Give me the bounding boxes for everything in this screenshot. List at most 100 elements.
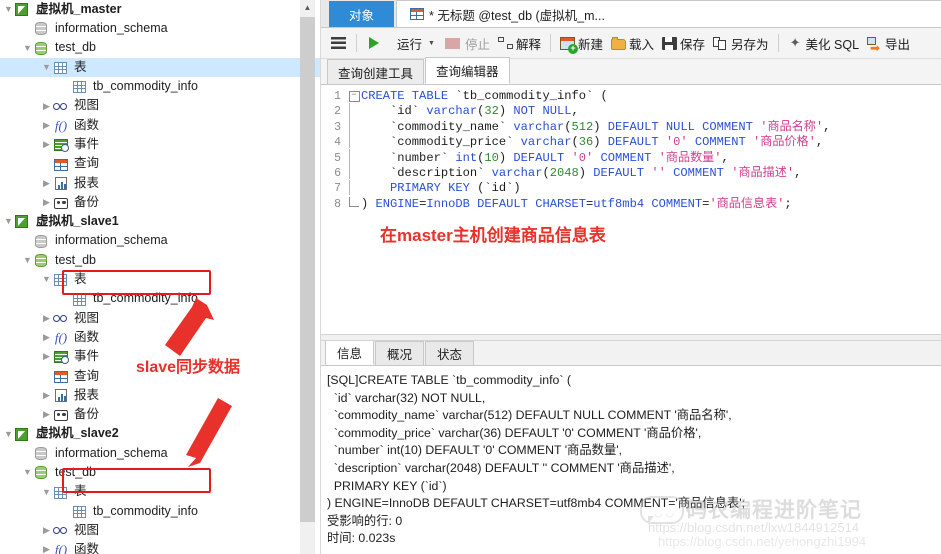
tree-node[interactable]: ▶ 视图 (0, 309, 320, 328)
chevron-right-icon[interactable]: ▶ (40, 313, 53, 323)
chevron-down-icon[interactable]: ▼ (21, 256, 34, 265)
tree-node[interactable]: ▼ 表 (0, 57, 320, 78)
tree-node[interactable]: tb_commodity_info (0, 502, 320, 521)
tree-node-label: 函数 (74, 117, 100, 132)
chevron-right-icon[interactable]: ▶ (40, 391, 53, 400)
hamburger-menu-button[interactable] (327, 30, 350, 56)
tree-node[interactable]: ▼ 虚拟机_master (0, 0, 320, 19)
tree-node[interactable]: tb_commodity_info (0, 77, 320, 96)
chevron-down-icon[interactable]: ▼ (40, 487, 53, 497)
chevron-placeholder (21, 449, 34, 458)
tree-node[interactable]: 查询 (0, 154, 320, 173)
code-line[interactable]: 2 `id` varchar(32) NOT NULL, (321, 102, 941, 119)
tree-node[interactable]: tb_commodity_info (0, 289, 320, 308)
view-icon (53, 311, 70, 326)
chevron-down-icon[interactable]: ▼ (40, 275, 53, 284)
sidebar-scrollbar[interactable]: ▲ (300, 0, 315, 554)
sql-editor[interactable]: 1− CREATE TABLE `tb_commodity_info` (2 `i… (321, 85, 941, 334)
results-tab[interactable]: 信息 (325, 341, 375, 365)
chevron-down-icon[interactable]: ▼ (428, 40, 435, 47)
chevron-down-icon[interactable]: ▼ (21, 468, 34, 477)
function-icon-glyph: f() (54, 542, 68, 554)
editor-toolbar[interactable]: 运行 ▼ 停止 解释 新建 载入 保存 另存为 ✦ 美化 SQL 导出 (321, 28, 941, 59)
chevron-down-icon[interactable]: ▼ (40, 63, 53, 72)
toolbar-button-folder[interactable]: 载入 (607, 30, 658, 56)
code-line[interactable]: 8) ENGINE=InnoDB DEFAULT CHARSET=utf8mb4… (321, 197, 941, 212)
chevron-right-icon[interactable]: ▶ (40, 178, 53, 188)
query-tab[interactable]: 查询创建工具 (327, 59, 425, 84)
chevron-right-icon[interactable]: ▶ (40, 120, 53, 130)
code-line[interactable]: 5 `number` int(10) DEFAULT '0' COMMENT '… (321, 148, 941, 166)
tree-node[interactable]: ▼ 表 (0, 270, 320, 289)
code-fold-toggle-icon[interactable]: − (347, 91, 361, 103)
results-tab-bar[interactable]: 信息 概况 状态 (321, 341, 941, 366)
window-tab-strip[interactable]: 对象 * 无标题 @test_db (虚拟机_m... (321, 0, 941, 28)
toolbar-button-explain[interactable]: 解释 (494, 30, 545, 56)
chevron-down-icon[interactable]: ▼ (2, 429, 15, 439)
tree-node[interactable]: ▼ test_db (0, 463, 320, 482)
chevron-right-icon[interactable]: ▶ (40, 352, 53, 361)
tree-node[interactable]: ▶ 备份 (0, 193, 320, 212)
chevron-down-icon[interactable]: ▼ (2, 5, 15, 14)
tree-node[interactable]: ▼ test_db (0, 251, 320, 270)
chevron-right-icon[interactable]: ▶ (40, 333, 53, 342)
tree-node[interactable]: information_schema (0, 232, 320, 251)
scrollbar-thumb[interactable] (300, 17, 315, 522)
chevron-down-icon[interactable]: ▼ (2, 217, 15, 226)
database-gray-icon-glyph (35, 234, 47, 248)
tree-node[interactable]: ▶ f() 函数 (0, 328, 320, 347)
toolbar-button-new[interactable]: 新建 (556, 30, 607, 56)
table-icon (53, 60, 70, 75)
code-line[interactable]: 6 `description` varchar(2048) DEFAULT ''… (321, 164, 941, 181)
query-tab[interactable]: 查询编辑器 (425, 57, 510, 84)
chevron-right-icon[interactable]: ▶ (40, 140, 53, 149)
tree-node-label: test_db (55, 252, 97, 267)
code-line[interactable]: 1− CREATE TABLE `tb_commodity_info` ( (321, 89, 941, 104)
code-line[interactable]: 4 `commodity_price` varchar(36) DEFAULT … (321, 133, 941, 150)
tree-node-label: 函数 (74, 329, 100, 344)
tree-node[interactable]: ▶ 备份 (0, 405, 320, 424)
tree-node-label: 查询 (74, 156, 100, 171)
tree-node[interactable]: ▼ 虚拟机_slave1 (0, 212, 320, 231)
connection-tree[interactable]: ▼ 虚拟机_master information_schema ▼ test_db ▼ 表… (0, 0, 320, 554)
tree-node[interactable]: information_schema (0, 19, 320, 38)
toolbar-button-save[interactable]: 保存 (658, 30, 709, 56)
backup-icon (53, 407, 70, 422)
database-gray-icon-glyph (35, 22, 47, 36)
tree-node[interactable]: information_schema (0, 444, 320, 463)
query-tab-bar[interactable]: 查询创建工具 查询编辑器 (321, 57, 941, 85)
sql-code[interactable]: 1− CREATE TABLE `tb_commodity_info` (2 `i… (321, 85, 941, 212)
scroll-up-arrow-icon[interactable]: ▲ (300, 0, 315, 15)
pane-splitter[interactable] (321, 334, 941, 341)
code-line[interactable]: 3 `commodity_name` varchar(512) DEFAULT … (321, 117, 941, 135)
tree-node[interactable]: ▶ 事件 (0, 135, 320, 154)
chevron-right-icon[interactable]: ▶ (40, 101, 53, 111)
tree-node[interactable]: ▶ 报表 (0, 386, 320, 405)
toolbar-button-stop[interactable]: 停止 (439, 30, 494, 56)
tab-objects[interactable]: 对象 (329, 1, 395, 27)
results-tab[interactable]: 概况 (375, 341, 425, 365)
chevron-right-icon[interactable]: ▶ (40, 545, 53, 554)
tree-node[interactable]: ▶ f() 函数 (0, 116, 320, 135)
toolbar-button-save-as[interactable]: 另存为 (709, 30, 773, 56)
main-pane: 对象 * 无标题 @test_db (虚拟机_m... 运行 ▼ 停止 解释 新建 载入 保… (321, 0, 941, 554)
object-tree-sidebar[interactable]: ▼ 虚拟机_master information_schema ▼ test_db ▼ 表… (0, 0, 321, 554)
tree-node[interactable]: ▼ test_db (0, 39, 320, 58)
chevron-down-icon[interactable]: ▼ (21, 43, 34, 53)
chevron-right-icon[interactable]: ▶ (40, 198, 53, 207)
code-fold-gutter (347, 179, 361, 199)
results-tab[interactable]: 状态 (425, 341, 475, 365)
code-line[interactable]: 7 PRIMARY KEY (`id`) (321, 179, 941, 199)
tree-node[interactable]: ▶ 视图 (0, 521, 320, 540)
chevron-right-icon[interactable]: ▶ (40, 526, 53, 535)
tree-node[interactable]: ▶ f() 函数 (0, 540, 320, 554)
toolbar-button-beautify[interactable]: ✦ 美化 SQL (784, 30, 864, 56)
toolbar-button-export[interactable]: 导出 (863, 30, 914, 56)
tab-query-document[interactable]: * 无标题 @test_db (虚拟机_m... (396, 0, 941, 27)
toolbar-button-play[interactable]: 运行 ▼ (363, 30, 439, 56)
chevron-right-icon[interactable]: ▶ (40, 410, 53, 419)
tree-node[interactable]: ▼ 表 (0, 482, 320, 501)
tree-node[interactable]: ▶ 视图 (0, 96, 320, 115)
tree-node[interactable]: ▶ 报表 (0, 174, 320, 193)
tree-node[interactable]: ▼ 虚拟机_slave2 (0, 425, 320, 444)
